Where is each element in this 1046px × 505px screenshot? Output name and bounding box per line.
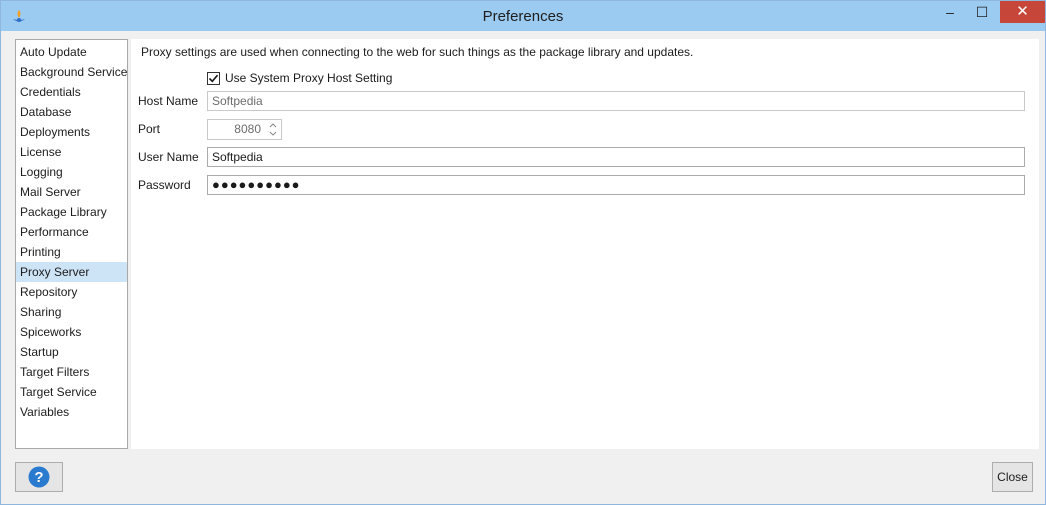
question-icon: ? xyxy=(28,466,50,488)
nav-item-startup[interactable]: Startup xyxy=(16,342,127,362)
user-name-field[interactable]: Softpedia xyxy=(207,147,1025,167)
port-label: Port xyxy=(138,122,161,136)
nav-item-sharing[interactable]: Sharing xyxy=(16,302,127,322)
proxy-settings-panel: Proxy settings are used when connecting … xyxy=(131,39,1039,449)
checkmark-icon xyxy=(208,74,219,82)
nav-item-license[interactable]: License xyxy=(16,142,127,162)
port-stepper[interactable]: 8080 xyxy=(207,119,282,140)
use-system-proxy-label: Use System Proxy Host Setting xyxy=(225,71,393,85)
spinner-arrows-icon[interactable] xyxy=(268,121,278,138)
nav-item-target-filters[interactable]: Target Filters xyxy=(16,362,127,382)
nav-item-performance[interactable]: Performance xyxy=(16,222,127,242)
nav-item-variables[interactable]: Variables xyxy=(16,402,127,422)
nav-item-proxy-server[interactable]: Proxy Server xyxy=(16,262,127,282)
password-label: Password xyxy=(138,178,191,192)
nav-item-repository[interactable]: Repository xyxy=(16,282,127,302)
port-value: 8080 xyxy=(234,122,261,136)
nav-item-spiceworks[interactable]: Spiceworks xyxy=(16,322,127,342)
help-button[interactable]: ? xyxy=(15,462,63,492)
window-title: Preferences xyxy=(482,8,564,25)
nav-item-mail-server[interactable]: Mail Server xyxy=(16,182,127,202)
maximize-button[interactable]: ☐ xyxy=(967,1,997,23)
user-name-label: User Name xyxy=(138,150,199,164)
nav-item-logging[interactable]: Logging xyxy=(16,162,127,182)
nav-item-background-service[interactable]: Background Service xyxy=(16,62,127,82)
use-system-proxy-row[interactable]: Use System Proxy Host Setting xyxy=(207,70,392,86)
host-name-field[interactable]: Softpedia xyxy=(207,91,1025,111)
close-window-button[interactable]: ✕ xyxy=(1000,1,1045,23)
title-bar[interactable]: Preferences – ☐ ✕ xyxy=(1,1,1045,31)
minimize-button[interactable]: – xyxy=(935,1,965,23)
nav-item-package-library[interactable]: Package Library xyxy=(16,202,127,222)
host-name-label: Host Name xyxy=(138,94,199,108)
nav-item-printing[interactable]: Printing xyxy=(16,242,127,262)
nav-item-deployments[interactable]: Deployments xyxy=(16,122,127,142)
password-field[interactable]: ●●●●●●●●●● xyxy=(207,175,1025,195)
nav-item-database[interactable]: Database xyxy=(16,102,127,122)
close-button[interactable]: Close xyxy=(992,462,1033,492)
nav-item-auto-update[interactable]: Auto Update xyxy=(16,42,127,62)
question-glyph: ? xyxy=(34,469,43,486)
proxy-description: Proxy settings are used when connecting … xyxy=(141,45,694,59)
preferences-nav-list: Auto Update Background Service Credentia… xyxy=(15,39,128,449)
nav-item-credentials[interactable]: Credentials xyxy=(16,82,127,102)
use-system-proxy-checkbox[interactable] xyxy=(207,71,220,85)
preferences-window: Preferences – ☐ ✕ Auto Update Background… xyxy=(0,0,1046,505)
nav-item-target-service[interactable]: Target Service xyxy=(16,382,127,402)
